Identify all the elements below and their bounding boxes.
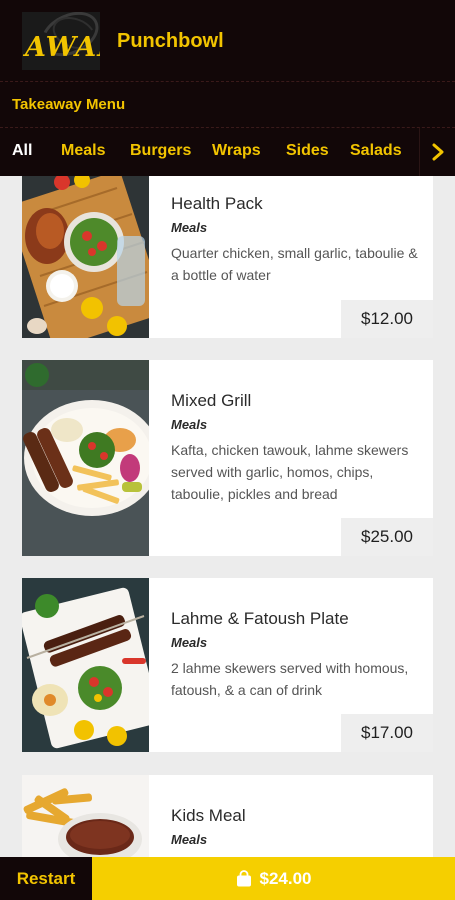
tab-all[interactable]: All — [12, 142, 32, 160]
cart-total: $24.00 — [259, 868, 312, 888]
item-description: Quarter chicken, small garlic, taboulie … — [171, 245, 418, 283]
tab-wraps[interactable]: Wraps — [212, 142, 261, 160]
item-category: Meals — [171, 417, 208, 432]
cart-button[interactable]: $24.00 — [92, 857, 455, 900]
header: AWAFI Punchbowl Takeaway Menu All Meals … — [0, 0, 455, 176]
store-name: Punchbowl — [117, 30, 224, 52]
category-tabs: All Meals Burgers Wraps Sides Salads — [0, 128, 455, 176]
tabs-scroll-right-button[interactable] — [419, 128, 455, 176]
tab-meals[interactable]: Meals — [61, 142, 105, 160]
item-photo — [22, 176, 149, 338]
menu-item-card[interactable]: Kids Meal Meals — [22, 775, 433, 857]
menu-list: Health Pack Meals Quarter chicken, small… — [0, 176, 455, 857]
menu-title: Takeaway Menu — [12, 96, 126, 113]
menu-item-card[interactable]: Mixed Grill Meals Kafta, chicken tawouk,… — [22, 360, 433, 556]
item-price: $25.00 — [341, 518, 433, 556]
item-name: Health Pack — [171, 194, 263, 213]
item-category: Meals — [171, 832, 208, 847]
item-name: Lahme & Fatoush Plate — [171, 609, 349, 628]
tab-salads[interactable]: Salads — [350, 142, 402, 160]
app: AWAFI Punchbowl Takeaway Menu All Meals … — [0, 0, 455, 900]
chevron-right-icon — [432, 143, 443, 161]
shopping-bag-icon — [236, 870, 251, 887]
item-name: Mixed Grill — [171, 391, 252, 410]
item-description: 2 lahme skewers served with homous, fato… — [171, 660, 409, 698]
tab-burgers[interactable]: Burgers — [130, 142, 191, 160]
logo: AWAFI — [22, 12, 100, 70]
item-category: Meals — [171, 635, 208, 650]
item-category: Meals — [171, 220, 208, 235]
menu-item-card[interactable]: Health Pack Meals Quarter chicken, small… — [22, 176, 433, 338]
item-photo — [22, 775, 149, 857]
menu-row: Takeaway Menu — [0, 82, 455, 128]
item-name: Kids Meal — [171, 806, 246, 825]
item-price: $17.00 — [341, 714, 433, 752]
menu-item-card[interactable]: Lahme & Fatoush Plate Meals 2 lahme skew… — [22, 578, 433, 752]
item-photo — [22, 360, 149, 556]
bottom-bar: Restart $24.00 — [0, 857, 455, 900]
tab-sides[interactable]: Sides — [286, 142, 329, 160]
item-description: Kafta, chicken tawouk, lahme skewers ser… — [171, 442, 409, 502]
logo-text: AWAFI — [25, 32, 100, 63]
item-price: $12.00 — [341, 300, 433, 338]
brand-row: AWAFI Punchbowl — [0, 0, 455, 82]
item-photo — [22, 578, 149, 752]
restart-button[interactable]: Restart — [0, 857, 92, 900]
